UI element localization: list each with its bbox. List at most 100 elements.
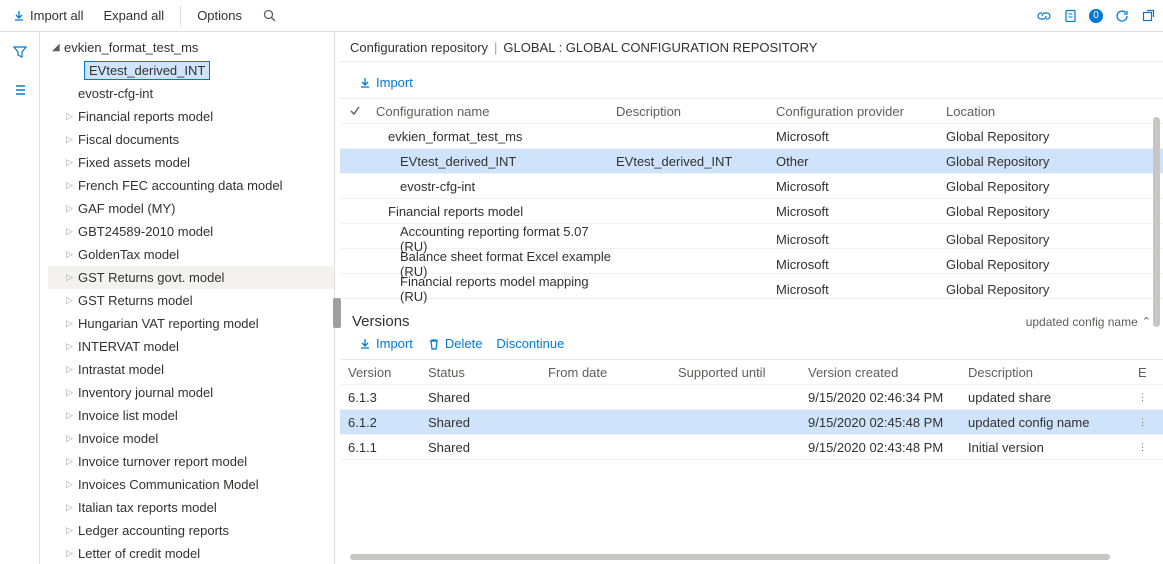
tree-item[interactable]: ▷Intrastat model [48,358,334,381]
config-row[interactable]: evostr-cfg-intMicrosoftGlobal Repository [340,174,1163,199]
tree-item[interactable]: ▷Fixed assets model [48,151,334,174]
vcol-version[interactable]: Version [348,365,428,380]
expand-all-button[interactable]: Expand all [99,4,168,27]
caret-right-icon: ▷ [66,226,78,237]
config-import-label: Import [376,75,413,90]
version-row[interactable]: 6.1.1Shared9/15/2020 02:43:48 PMInitial … [340,435,1163,460]
cell-location: Global Repository [946,154,1106,169]
tree-item[interactable]: ▷Letter of credit model [48,542,334,564]
tree-item[interactable]: ▷Invoices Communication Model [48,473,334,496]
tree-item-label: evostr-cfg-int [78,86,153,101]
vcol-created[interactable]: Version created [808,365,968,380]
tree-item[interactable]: ▷Ledger accounting reports [48,519,334,542]
tree-item[interactable]: ▷Invoice model [48,427,334,450]
caret-right-icon: ▷ [66,525,78,536]
config-row[interactable]: Accounting reporting format 5.07 (RU)Mic… [340,224,1163,249]
tree-item-label: Invoice model [78,431,158,446]
versions-import-button[interactable]: Import [358,336,413,351]
tree-item[interactable]: ▷French FEC accounting data model [48,174,334,197]
search-button[interactable] [258,5,280,27]
tree-item[interactable]: ▷GAF model (MY) [48,197,334,220]
vcol-supported[interactable]: Supported until [678,365,808,380]
vertical-scrollbar[interactable] [1153,117,1160,327]
vcol-desc[interactable]: Description [968,365,1138,380]
config-row[interactable]: EVtest_derived_INTEVtest_derived_INTOthe… [340,149,1163,174]
refresh-icon[interactable] [1115,9,1129,23]
tree-item[interactable]: ▷GST Returns govt. model [48,266,334,289]
caret-right-icon: ▷ [66,249,78,260]
versions-discontinue-button[interactable]: Discontinue [496,336,564,351]
tree-item[interactable]: ▷INTERVAT model [48,335,334,358]
message-badge[interactable]: 0 [1089,9,1103,23]
versions-section-title: Versions updated config name ⌃ [340,299,1163,336]
tree-item-label: GBT24589-2010 model [78,224,213,239]
tree-selected-item[interactable]: EVtest_derived_INT [48,59,334,82]
caret-right-icon: ▷ [66,295,78,306]
caret-right-icon: ▷ [66,548,78,559]
caret-right-icon: ▷ [66,479,78,490]
cell-location: Global Repository [946,204,1106,219]
vcol-extra[interactable]: E [1138,365,1150,380]
tree-item[interactable]: ▷Financial reports model [48,105,334,128]
tree-item[interactable]: ▷Invoice list model [48,404,334,427]
config-import-button[interactable]: Import [358,75,413,90]
cell-vdesc: updated config name [968,415,1138,430]
task-icon[interactable] [1063,9,1077,23]
tree-item-label: INTERVAT model [78,339,179,354]
tree-item[interactable]: ▷Hungarian VAT reporting model [48,312,334,335]
link-icon[interactable] [1037,9,1051,23]
col-desc[interactable]: Description [616,104,776,119]
config-row[interactable]: Financial reports modelMicrosoftGlobal R… [340,199,1163,224]
tree-panel: ◢ evkien_format_test_ms EVtest_derived_I… [40,32,335,564]
tree-item-label: Intrastat model [78,362,164,377]
versions-delete-button[interactable]: Delete [427,336,483,351]
caret-right-icon: ▷ [66,134,78,145]
tree-item[interactable]: ▷GST Returns model [48,289,334,312]
tree-item[interactable]: ▷GoldenTax model [48,243,334,266]
col-provider[interactable]: Configuration provider [776,104,946,119]
version-row[interactable]: 6.1.2Shared9/15/2020 02:45:48 PMupdated … [340,410,1163,435]
col-location[interactable]: Location [946,104,1106,119]
download-icon [12,9,26,23]
cell-created: 9/15/2020 02:46:34 PM [808,390,968,405]
popout-icon[interactable] [1141,9,1155,23]
tree-item[interactable]: ▷Invoice turnover report model [48,450,334,473]
vcol-status[interactable]: Status [428,365,548,380]
cell-name: evostr-cfg-int [376,179,616,194]
expand-all-label: Expand all [103,8,164,23]
tree-item[interactable]: ▷GBT24589-2010 model [48,220,334,243]
tree-root[interactable]: ◢ evkien_format_test_ms [48,36,334,59]
config-row[interactable]: Financial reports model mapping (RU)Micr… [340,274,1163,299]
versions-delete-label: Delete [445,336,483,351]
tree-item[interactable]: ▷Inventory journal model [48,381,334,404]
versions-grid-header: Version Status From date Supported until… [340,360,1163,385]
config-row[interactable]: evkien_format_test_msMicrosoftGlobal Rep… [340,124,1163,149]
cell-name: EVtest_derived_INT [376,154,616,169]
col-name[interactable]: Configuration name [376,104,616,119]
tree-item-label: Italian tax reports model [78,500,217,515]
config-grid: Configuration name Description Configura… [340,98,1163,299]
options-button[interactable]: Options [193,4,246,27]
vcol-from[interactable]: From date [548,365,678,380]
tree-item[interactable]: ▷Fiscal documents [48,128,334,151]
chevron-up-icon[interactable]: ⌃ [1142,315,1151,328]
tree-item[interactable]: evostr-cfg-int [48,82,334,105]
horizontal-scrollbar[interactable] [350,554,1110,560]
versions-import-label: Import [376,336,413,351]
tree-item[interactable]: ▷Italian tax reports model [48,496,334,519]
cell-version: 6.1.2 [348,415,428,430]
caret-right-icon: ▷ [66,502,78,513]
cell-created: 9/15/2020 02:45:48 PM [808,415,968,430]
caret-right-icon: ▷ [66,272,78,283]
search-icon [262,9,276,23]
filter-icon [13,45,27,59]
crumb-sep: | [494,40,497,55]
caret-right-icon: ▷ [66,180,78,191]
version-row[interactable]: 6.1.3Shared9/15/2020 02:46:34 PMupdated … [340,385,1163,410]
check-icon[interactable] [348,104,362,118]
caret-right-icon: ▷ [66,341,78,352]
list-button[interactable] [4,78,36,102]
import-all-button[interactable]: Import all [8,4,87,27]
filter-button[interactable] [4,40,36,64]
config-row[interactable]: Balance sheet format Excel example (RU)M… [340,249,1163,274]
